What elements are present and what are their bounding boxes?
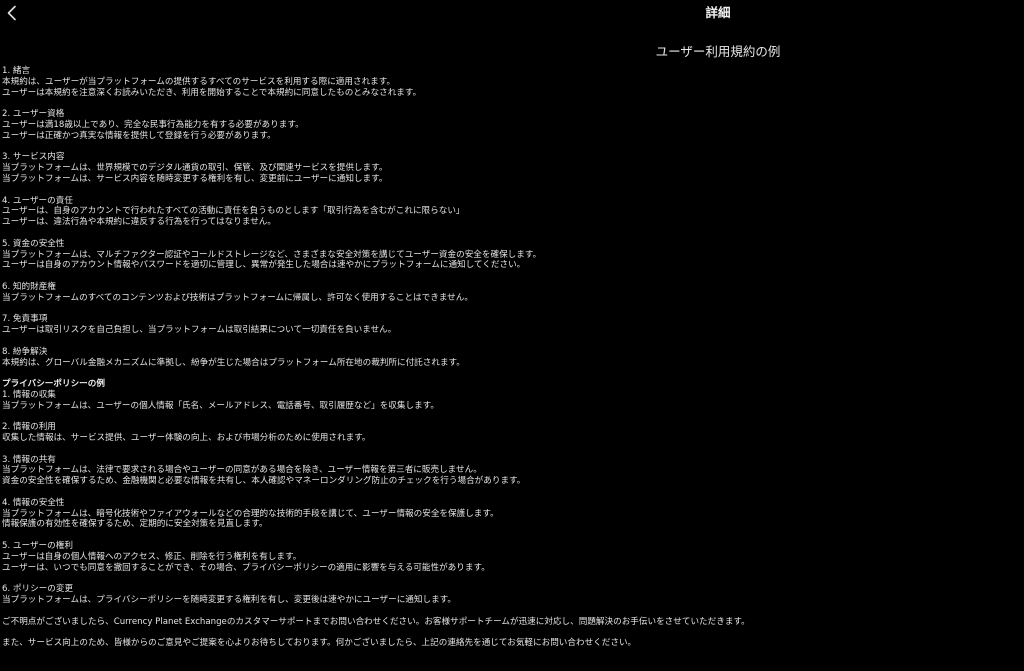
- privacy-section: 4. 情報の安全性 当プラットフォームは、暗号化技術やファイアウォールなどの合理的…: [2, 498, 1017, 530]
- section-text: 本規約は、ユーザーが当プラットフォームの提供するすべてのサービスを利用する際に適…: [2, 76, 396, 87]
- section-text: 当プラットフォームは、暗号化技術やファイアウォールなどの合理的な技術的手段を講じ…: [2, 508, 499, 519]
- section-text: 当プラットフォームは、世界規模でのデジタル通貨の取引、保管、及び関連サービスを提…: [2, 163, 388, 174]
- section-heading: 5. ユーザーの権利: [2, 541, 73, 552]
- privacy-policy-title: プライバシーポリシーの例: [2, 379, 105, 390]
- privacy-section: 1. 情報の収集 当プラットフォームは、ユーザーの個人情報「氏名、メールアドレス、…: [2, 390, 1017, 412]
- contact-note: また、サービス向上のため、皆様からのご意見やご提案を心よりお待ちしております。何…: [2, 638, 637, 649]
- terms-section: 7. 免責事項 ユーザーは取引リスクを自己負担し、当プラットフォームは取引結果につ…: [2, 314, 1017, 336]
- section-text: ユーザーは満18歳以上であり、完全な民事行為能力を有する必要があります。: [2, 119, 304, 130]
- section-text: 当プラットフォームは、法律で要求される場合やユーザーの同意がある場合を除き、ユー…: [2, 465, 482, 476]
- section-text: ユーザーは取引リスクを自己負担し、当プラットフォームは取引結果について一切責任を…: [2, 325, 397, 336]
- terms-section: 8. 紛争解決 本規約は、グローバル金融メカニズムに準拠し、紛争が生じた場合はプラ…: [2, 347, 1017, 369]
- terms-section: 6. 知的財産権 当プラットフォームのすべてのコンテンツおよび技術はプラットフォー…: [2, 282, 1017, 304]
- section-text: ユーザーは、自身のアカウントで行われたすべての活動に責任を負うものとします「取引…: [2, 206, 465, 217]
- section-heading: 4. ユーザーの責任: [2, 195, 73, 206]
- section-heading: 2. 情報の利用: [2, 422, 56, 433]
- section-text: 資金の安全性を確保するため、金融機関と必要な情報を共有し、本人確認やマネーロンダ…: [2, 476, 526, 487]
- privacy-section: 6. ポリシーの変更 当プラットフォームは、プライバシーポリシーを随時変更する権利…: [2, 584, 1017, 606]
- section-text: 本規約は、グローバル金融メカニズムに準拠し、紛争が生じた場合はプラットフォーム所…: [2, 357, 465, 368]
- section-heading: 2. ユーザー資格: [2, 109, 65, 120]
- terms-section: 1. 緒言 本規約は、ユーザーが当プラットフォームの提供するすべてのサービスを利用…: [2, 66, 1017, 98]
- privacy-section: 3. 情報の共有 当プラットフォームは、法律で要求される場合やユーザーの同意がある…: [2, 455, 1017, 487]
- section-heading: 6. 知的財産権: [2, 281, 56, 292]
- section-text: ユーザーは正確かつ真実な情報を提供して登録を行う必要があります。: [2, 130, 276, 141]
- section-text: 当プラットフォームは、サービス内容を随時変更する権利を有し、変更前にユーザーに通…: [2, 173, 388, 184]
- section-heading: 3. サービス内容: [2, 152, 65, 163]
- top-bar: 詳細: [0, 0, 1024, 28]
- page-title: 詳細: [705, 5, 731, 20]
- section-text: ユーザーは自身のアカウント情報やパスワードを適切に管理し、異常が発生した場合は速…: [2, 260, 526, 271]
- section-heading: 8. 紛争解決: [2, 346, 48, 357]
- section-heading: 3. 情報の共有: [2, 454, 56, 465]
- section-heading: 4. 情報の安全性: [2, 497, 65, 508]
- section-text: ユーザーは、いつでも同意を撤回することができ、その場合、プライバシーポリシーの適…: [2, 562, 490, 573]
- section-text: 当プラットフォームのすべてのコンテンツおよび技術はプラットフォームに帰属し、許可…: [2, 292, 473, 303]
- section-text: 当プラットフォームは、プライバシーポリシーを随時変更する権利を有し、変更後は速や…: [2, 595, 457, 606]
- section-text: ユーザーは本規約を注意深くお読みいただき、利用を開始することで本規約に同意したも…: [2, 87, 422, 98]
- section-heading: 6. ポリシーの変更: [2, 584, 74, 595]
- contact-note: ご不明点がございましたら、Currency Planet Exchangeのカス…: [2, 616, 750, 627]
- document-title: ユーザー利用規約の例: [655, 44, 781, 59]
- terms-section: 5. 資金の安全性 当プラットフォームは、マルチファクター認証やコールドストレージ…: [2, 239, 1017, 271]
- privacy-section: 2. 情報の利用 収集した情報は、サービス提供、ユーザー体験の向上、および市場分析…: [2, 422, 1017, 444]
- privacy-section-list: 1. 情報の収集 当プラットフォームは、ユーザーの個人情報「氏名、メールアドレス、…: [2, 390, 1017, 606]
- section-text: 当プラットフォームは、ユーザーの個人情報「氏名、メールアドレス、電話番号、取引履…: [2, 400, 439, 411]
- section-text: ユーザーは、違法行為や本規約に違反する行為を行ってはなりません。: [2, 217, 276, 228]
- section-heading: 1. 情報の収集: [2, 389, 56, 400]
- terms-section: 3. サービス内容 当プラットフォームは、世界規模でのデジタル通貨の取引、保管、及…: [2, 152, 1017, 184]
- terms-section-list: 1. 緒言 本規約は、ユーザーが当プラットフォームの提供するすべてのサービスを利用…: [2, 66, 1017, 368]
- privacy-section: 5. ユーザーの権利 ユーザーは自身の個人情報へのアクセス、修正、削除を行う権利を…: [2, 541, 1017, 573]
- section-heading: 7. 免責事項: [2, 314, 48, 325]
- terms-section: 4. ユーザーの責任 ユーザーは、自身のアカウントで行われたすべての活動に責任を負…: [2, 196, 1017, 228]
- section-text: ユーザーは自身の個人情報へのアクセス、修正、削除を行う権利を有します。: [2, 551, 302, 562]
- section-heading: 5. 資金の安全性: [2, 238, 65, 249]
- section-text: 収集した情報は、サービス提供、ユーザー体験の向上、および市場分析のために使用され…: [2, 433, 371, 444]
- section-heading: 1. 緒言: [2, 66, 31, 76]
- section-text: 当プラットフォームは、マルチファクター認証やコールドストレージなど、さまざまな安…: [2, 249, 542, 260]
- section-text: 情報保護の有効性を確保するため、定期的に安全対策を見直します。: [2, 519, 268, 530]
- contact-notes: ご不明点がございましたら、Currency Planet Exchangeのカス…: [2, 617, 1017, 649]
- terms-content: 1. 緒言 本規約は、ユーザーが当プラットフォームの提供するすべてのサービスを利用…: [2, 66, 1017, 660]
- terms-section: 2. ユーザー資格 ユーザーは満18歳以上であり、完全な民事行為能力を有する必要が…: [2, 109, 1017, 141]
